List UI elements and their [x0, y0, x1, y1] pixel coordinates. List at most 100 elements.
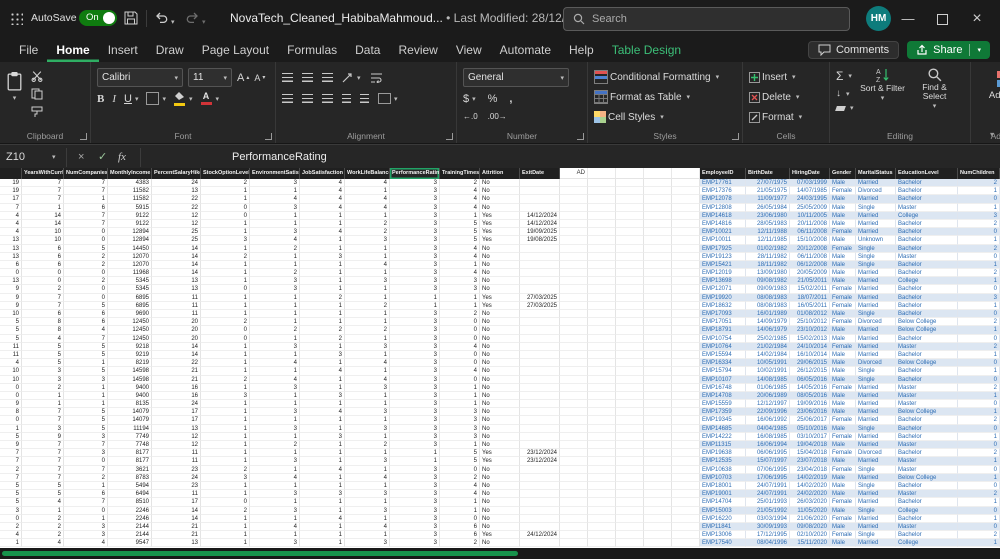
cell[interactable]: [560, 392, 588, 400]
cell[interactable]: 13/09/1980: [746, 269, 790, 277]
cell[interactable]: 0: [201, 498, 250, 506]
cell[interactable]: 1: [300, 416, 345, 424]
cell[interactable]: 12070: [108, 253, 152, 261]
cell[interactable]: 14: [152, 507, 201, 515]
cell[interactable]: 1: [250, 302, 300, 310]
cell[interactable]: [616, 310, 644, 318]
cell[interactable]: 9218: [108, 343, 152, 351]
underline-icon[interactable]: U: [124, 93, 132, 105]
cell[interactable]: [560, 416, 588, 424]
cell[interactable]: Female: [830, 515, 856, 523]
cell[interactable]: EMP15794: [700, 367, 746, 375]
cell[interactable]: [588, 187, 616, 195]
cell[interactable]: [672, 236, 700, 244]
cell[interactable]: [588, 326, 616, 334]
cell[interactable]: 2: [440, 474, 480, 482]
cell[interactable]: [616, 253, 644, 261]
cell[interactable]: 8783: [108, 474, 152, 482]
cell[interactable]: [588, 277, 616, 285]
cell[interactable]: 19: [0, 179, 22, 187]
cell[interactable]: [672, 376, 700, 384]
cell[interactable]: 4: [0, 220, 22, 228]
cell[interactable]: 24/10/2014: [790, 343, 830, 351]
cell[interactable]: Female: [830, 384, 856, 392]
cell[interactable]: 2246: [108, 515, 152, 523]
cell[interactable]: [520, 539, 560, 547]
cell[interactable]: [616, 416, 644, 424]
cell[interactable]: 3: [250, 539, 300, 547]
cell[interactable]: [616, 441, 644, 449]
cell[interactable]: [588, 400, 616, 408]
cell[interactable]: [560, 228, 588, 236]
cell[interactable]: 7: [0, 474, 22, 482]
cell[interactable]: [520, 408, 560, 416]
cell[interactable]: [644, 482, 672, 490]
cell[interactable]: 6: [0, 261, 22, 269]
cell[interactable]: EMP19920: [700, 294, 746, 302]
cell[interactable]: 1: [250, 294, 300, 302]
cell[interactable]: 12450: [108, 335, 152, 343]
cell[interactable]: EMP19345: [700, 416, 746, 424]
cell[interactable]: EMP19001: [700, 490, 746, 498]
cell[interactable]: Male: [830, 269, 856, 277]
cell[interactable]: 4: [250, 359, 300, 367]
cell[interactable]: 1: [64, 515, 108, 523]
cell[interactable]: 1: [0, 539, 22, 547]
cell[interactable]: Master: [896, 523, 958, 531]
cell[interactable]: 24: [152, 474, 201, 482]
cell[interactable]: 3: [958, 294, 1000, 302]
cell[interactable]: Bachelor: [896, 498, 958, 506]
cell[interactable]: 03/03/1994: [746, 515, 790, 523]
cell[interactable]: 1: [345, 351, 390, 359]
cell[interactable]: [672, 310, 700, 318]
column-header[interactable]: MaritalStatus: [856, 168, 896, 179]
cell[interactable]: 3: [390, 384, 440, 392]
cell[interactable]: 4: [0, 212, 22, 220]
cell[interactable]: 2: [22, 515, 64, 523]
cell[interactable]: No: [480, 376, 520, 384]
cell[interactable]: 27/07/1975: [746, 179, 790, 187]
cell[interactable]: 2: [250, 269, 300, 277]
font-family-select[interactable]: Calibri▾: [97, 68, 183, 87]
cell[interactable]: [616, 228, 644, 236]
cell[interactable]: Female: [830, 285, 856, 293]
cell[interactable]: 3: [64, 531, 108, 539]
cell[interactable]: 3: [390, 400, 440, 408]
cell[interactable]: 3: [345, 384, 390, 392]
cell[interactable]: 2: [22, 285, 64, 293]
cell[interactable]: Bachelor: [896, 269, 958, 277]
cell[interactable]: 4: [345, 359, 390, 367]
cell[interactable]: No: [480, 318, 520, 326]
cell[interactable]: 1: [300, 236, 345, 244]
column-header[interactable]: StockOptionLevel: [201, 168, 250, 179]
cell[interactable]: 3: [390, 351, 440, 359]
cell[interactable]: 9690: [108, 310, 152, 318]
cell[interactable]: 3: [390, 507, 440, 515]
cell[interactable]: Married: [856, 335, 896, 343]
cell[interactable]: [588, 253, 616, 261]
cell[interactable]: 3: [250, 384, 300, 392]
maximize-button[interactable]: [927, 0, 957, 38]
cell[interactable]: EMP14816: [700, 220, 746, 228]
copy-icon[interactable]: [31, 88, 43, 100]
cell[interactable]: Female: [830, 449, 856, 457]
cell[interactable]: 2: [958, 269, 1000, 277]
cell[interactable]: EMP11315: [700, 441, 746, 449]
cell[interactable]: Male: [830, 220, 856, 228]
percent-icon[interactable]: %: [488, 93, 498, 105]
cell[interactable]: [672, 367, 700, 375]
cell[interactable]: [616, 220, 644, 228]
cell[interactable]: [644, 441, 672, 449]
cell[interactable]: EMP17540: [700, 539, 746, 547]
cell[interactable]: 0: [440, 466, 480, 474]
cell[interactable]: 11: [152, 294, 201, 302]
cell[interactable]: 7: [64, 441, 108, 449]
cell[interactable]: No: [480, 474, 520, 482]
cell[interactable]: [672, 269, 700, 277]
cell[interactable]: 06/06/1995: [746, 449, 790, 457]
cell[interactable]: 7: [22, 195, 64, 203]
cell[interactable]: [644, 498, 672, 506]
sort-filter-button[interactable]: AZ Sort & Filter▾: [860, 67, 906, 112]
cell[interactable]: 24/03/1995: [790, 195, 830, 203]
cell[interactable]: 2: [345, 326, 390, 334]
